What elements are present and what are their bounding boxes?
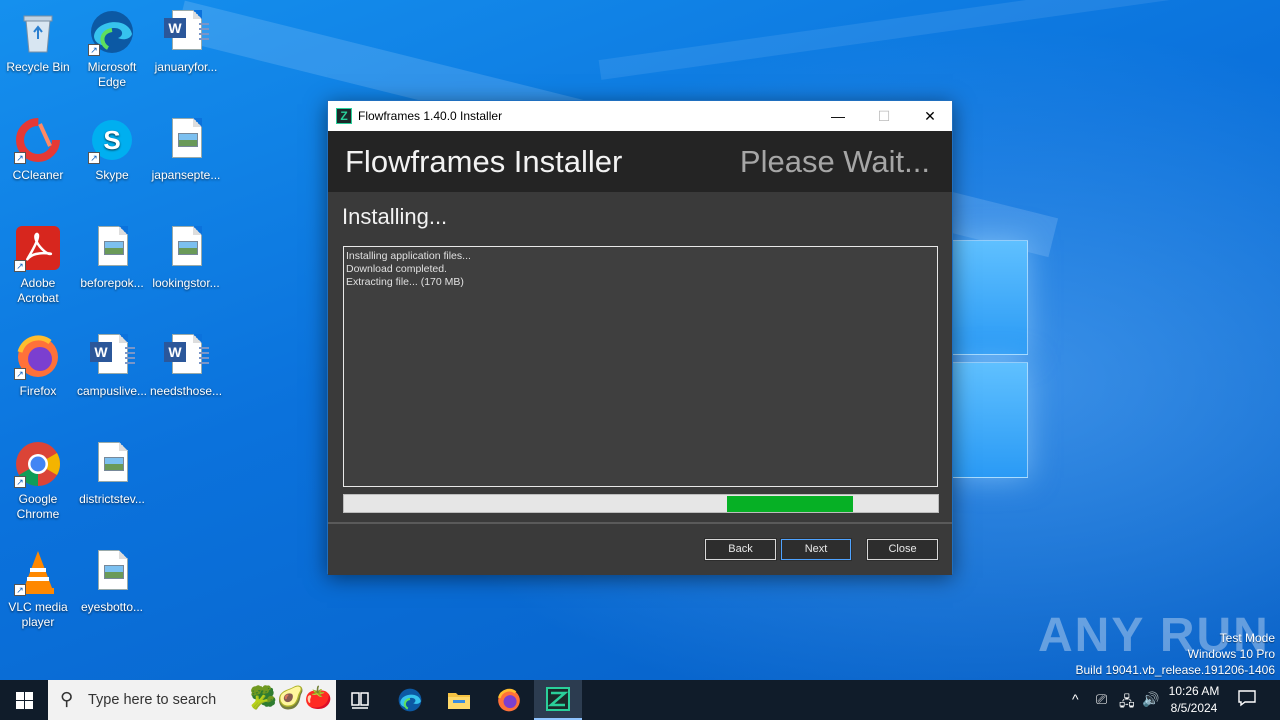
desktop-icon-google-chrome[interactable]: ↗ Google Chrome xyxy=(0,440,76,522)
desktop-icon-vlc[interactable]: ↗ VLC media player xyxy=(0,548,76,630)
icon-label: VLC media player xyxy=(8,600,68,629)
icon-label: januaryfor... xyxy=(154,60,218,74)
image-file-icon xyxy=(88,548,136,596)
desktop-icon-recycle-bin[interactable]: Recycle Bin xyxy=(0,8,76,75)
taskbar: ⚲ Type here to search 🥦🥑🍅 ^ ⎚ 🖧 🔊 10:26 … xyxy=(0,680,1280,720)
desktop-icon-file[interactable]: eyesbotto... xyxy=(74,548,150,615)
desktop-icon-file[interactable]: beforepok... xyxy=(74,224,150,291)
desktop-icon-adobe-acrobat[interactable]: ↗ Adobe Acrobat xyxy=(0,224,76,306)
icon-label: japansepte... xyxy=(151,168,221,182)
step-label: Installing... xyxy=(342,204,448,229)
log-line: Extracting file... (170 MB) xyxy=(346,276,464,288)
icon-label: districtstev... xyxy=(79,492,145,506)
ccleaner-icon: ↗ xyxy=(14,116,62,164)
firefox-icon: ↗ xyxy=(14,332,62,380)
icon-label: Microsoft Edge xyxy=(87,60,137,89)
icon-label: CCleaner xyxy=(12,168,64,182)
image-file-icon xyxy=(162,116,210,164)
icon-label: needsthose... xyxy=(149,384,223,398)
search-placeholder: Type here to search xyxy=(88,692,217,708)
chevron-up-icon[interactable]: ^ xyxy=(1072,691,1079,707)
icon-label: Recycle Bin xyxy=(6,60,70,74)
header-status: Please Wait... xyxy=(739,144,930,179)
start-button[interactable] xyxy=(0,680,48,720)
image-file-icon xyxy=(88,440,136,488)
progress-bar xyxy=(343,494,939,513)
test-mode-text: Test Mode xyxy=(1219,631,1275,645)
edge-icon: ↗ xyxy=(88,8,136,56)
edge-icon[interactable] xyxy=(386,680,434,720)
header-title: Flowframes Installer xyxy=(345,144,623,179)
vlc-icon: ↗ xyxy=(14,548,62,596)
installer-header: Flowframes Installer Please Wait... xyxy=(328,131,952,192)
icon-label: beforepok... xyxy=(80,276,144,290)
meet-now-icon[interactable]: ⎚ xyxy=(1096,691,1107,708)
desktop-icon-file[interactable]: districtstev... xyxy=(74,440,150,507)
chrome-icon: ↗ xyxy=(14,440,62,488)
network-icon[interactable]: 🖧 xyxy=(1119,691,1135,715)
notification-icon[interactable] xyxy=(1236,688,1258,710)
windows-logo-wallpaper xyxy=(952,240,1030,480)
title-bar[interactable]: Z Flowframes 1.40.0 Installer — ☐ ✕ xyxy=(328,101,952,131)
log-line: Installing application files... xyxy=(346,250,471,262)
skype-icon: S ↗ xyxy=(88,116,136,164)
desktop-icon-ccleaner[interactable]: ↗ CCleaner xyxy=(0,116,76,183)
installer-body: Installing... Installing application fil… xyxy=(328,192,952,522)
icon-label: campuslive... xyxy=(76,384,148,398)
desktop-icon-file[interactable]: W needsthose... xyxy=(148,332,224,399)
desktop-icon-file[interactable]: W campuslive... xyxy=(74,332,150,399)
flowframes-icon[interactable] xyxy=(534,680,582,720)
close-button[interactable]: Close xyxy=(866,538,939,561)
icon-label: Google Chrome xyxy=(16,492,60,521)
window-title: Flowframes 1.40.0 Installer xyxy=(358,109,503,123)
minimize-button[interactable]: — xyxy=(815,101,861,131)
file-explorer-icon[interactable] xyxy=(435,680,483,720)
maximize-button[interactable]: ☐ xyxy=(861,101,907,131)
icon-label: Skype xyxy=(95,168,129,182)
desktop-icon-skype[interactable]: S ↗ Skype xyxy=(74,116,150,183)
installer-footer: Back Next Close xyxy=(328,524,952,575)
build-text: Build 19041.vb_release.191206-1406 xyxy=(1075,663,1276,677)
install-log[interactable]: Installing application files... Download… xyxy=(343,246,938,487)
log-line: Download completed. xyxy=(346,263,447,275)
word-doc-icon: W xyxy=(88,332,136,380)
clock-date: 8/5/2024 xyxy=(1170,701,1218,715)
task-view-icon[interactable] xyxy=(336,680,384,720)
icon-label: eyesbotto... xyxy=(80,600,144,614)
flowframes-icon: Z xyxy=(336,108,352,124)
desktop-icon-microsoft-edge[interactable]: ↗ Microsoft Edge xyxy=(74,8,150,90)
word-doc-icon: W xyxy=(162,332,210,380)
recycle-bin-icon xyxy=(14,8,62,56)
edition-text: Windows 10 Pro xyxy=(1187,647,1275,661)
volume-icon[interactable]: 🔊 xyxy=(1142,691,1159,708)
search-icon: ⚲ xyxy=(60,689,74,709)
desktop-icon-file[interactable]: lookingstor... xyxy=(148,224,224,291)
desktop-icon-file[interactable]: W januaryfor... xyxy=(148,8,224,75)
image-file-icon xyxy=(162,224,210,272)
close-window-button[interactable]: ✕ xyxy=(907,101,953,131)
back-button[interactable]: Back xyxy=(704,538,777,561)
taskbar-search[interactable]: ⚲ Type here to search 🥦🥑🍅 xyxy=(48,680,336,720)
acrobat-icon: ↗ xyxy=(14,224,62,272)
firefox-icon[interactable] xyxy=(485,680,533,720)
icon-label: Adobe Acrobat xyxy=(17,276,59,305)
desktop-icon-file[interactable]: japansepte... xyxy=(148,116,224,183)
image-file-icon xyxy=(88,224,136,272)
next-button[interactable]: Next xyxy=(780,538,852,561)
clock-time: 10:26 AM xyxy=(1168,684,1220,698)
word-doc-icon: W xyxy=(162,8,210,56)
svg-text:S: S xyxy=(103,125,120,155)
search-highlight-icon: 🥦🥑🍅 xyxy=(249,685,332,710)
taskbar-clock[interactable]: 10:26 AM 8/5/2024 xyxy=(1160,683,1228,717)
icon-label: Firefox xyxy=(19,384,57,398)
progress-fill xyxy=(727,496,853,512)
installer-window: Z Flowframes 1.40.0 Installer — ☐ ✕ Flow… xyxy=(327,100,953,575)
windows-version-text: Test Mode Windows 10 Pro Build 19041.vb_… xyxy=(1076,630,1276,678)
desktop-icon-firefox[interactable]: ↗ Firefox xyxy=(0,332,76,399)
icon-label: lookingstor... xyxy=(152,276,220,290)
